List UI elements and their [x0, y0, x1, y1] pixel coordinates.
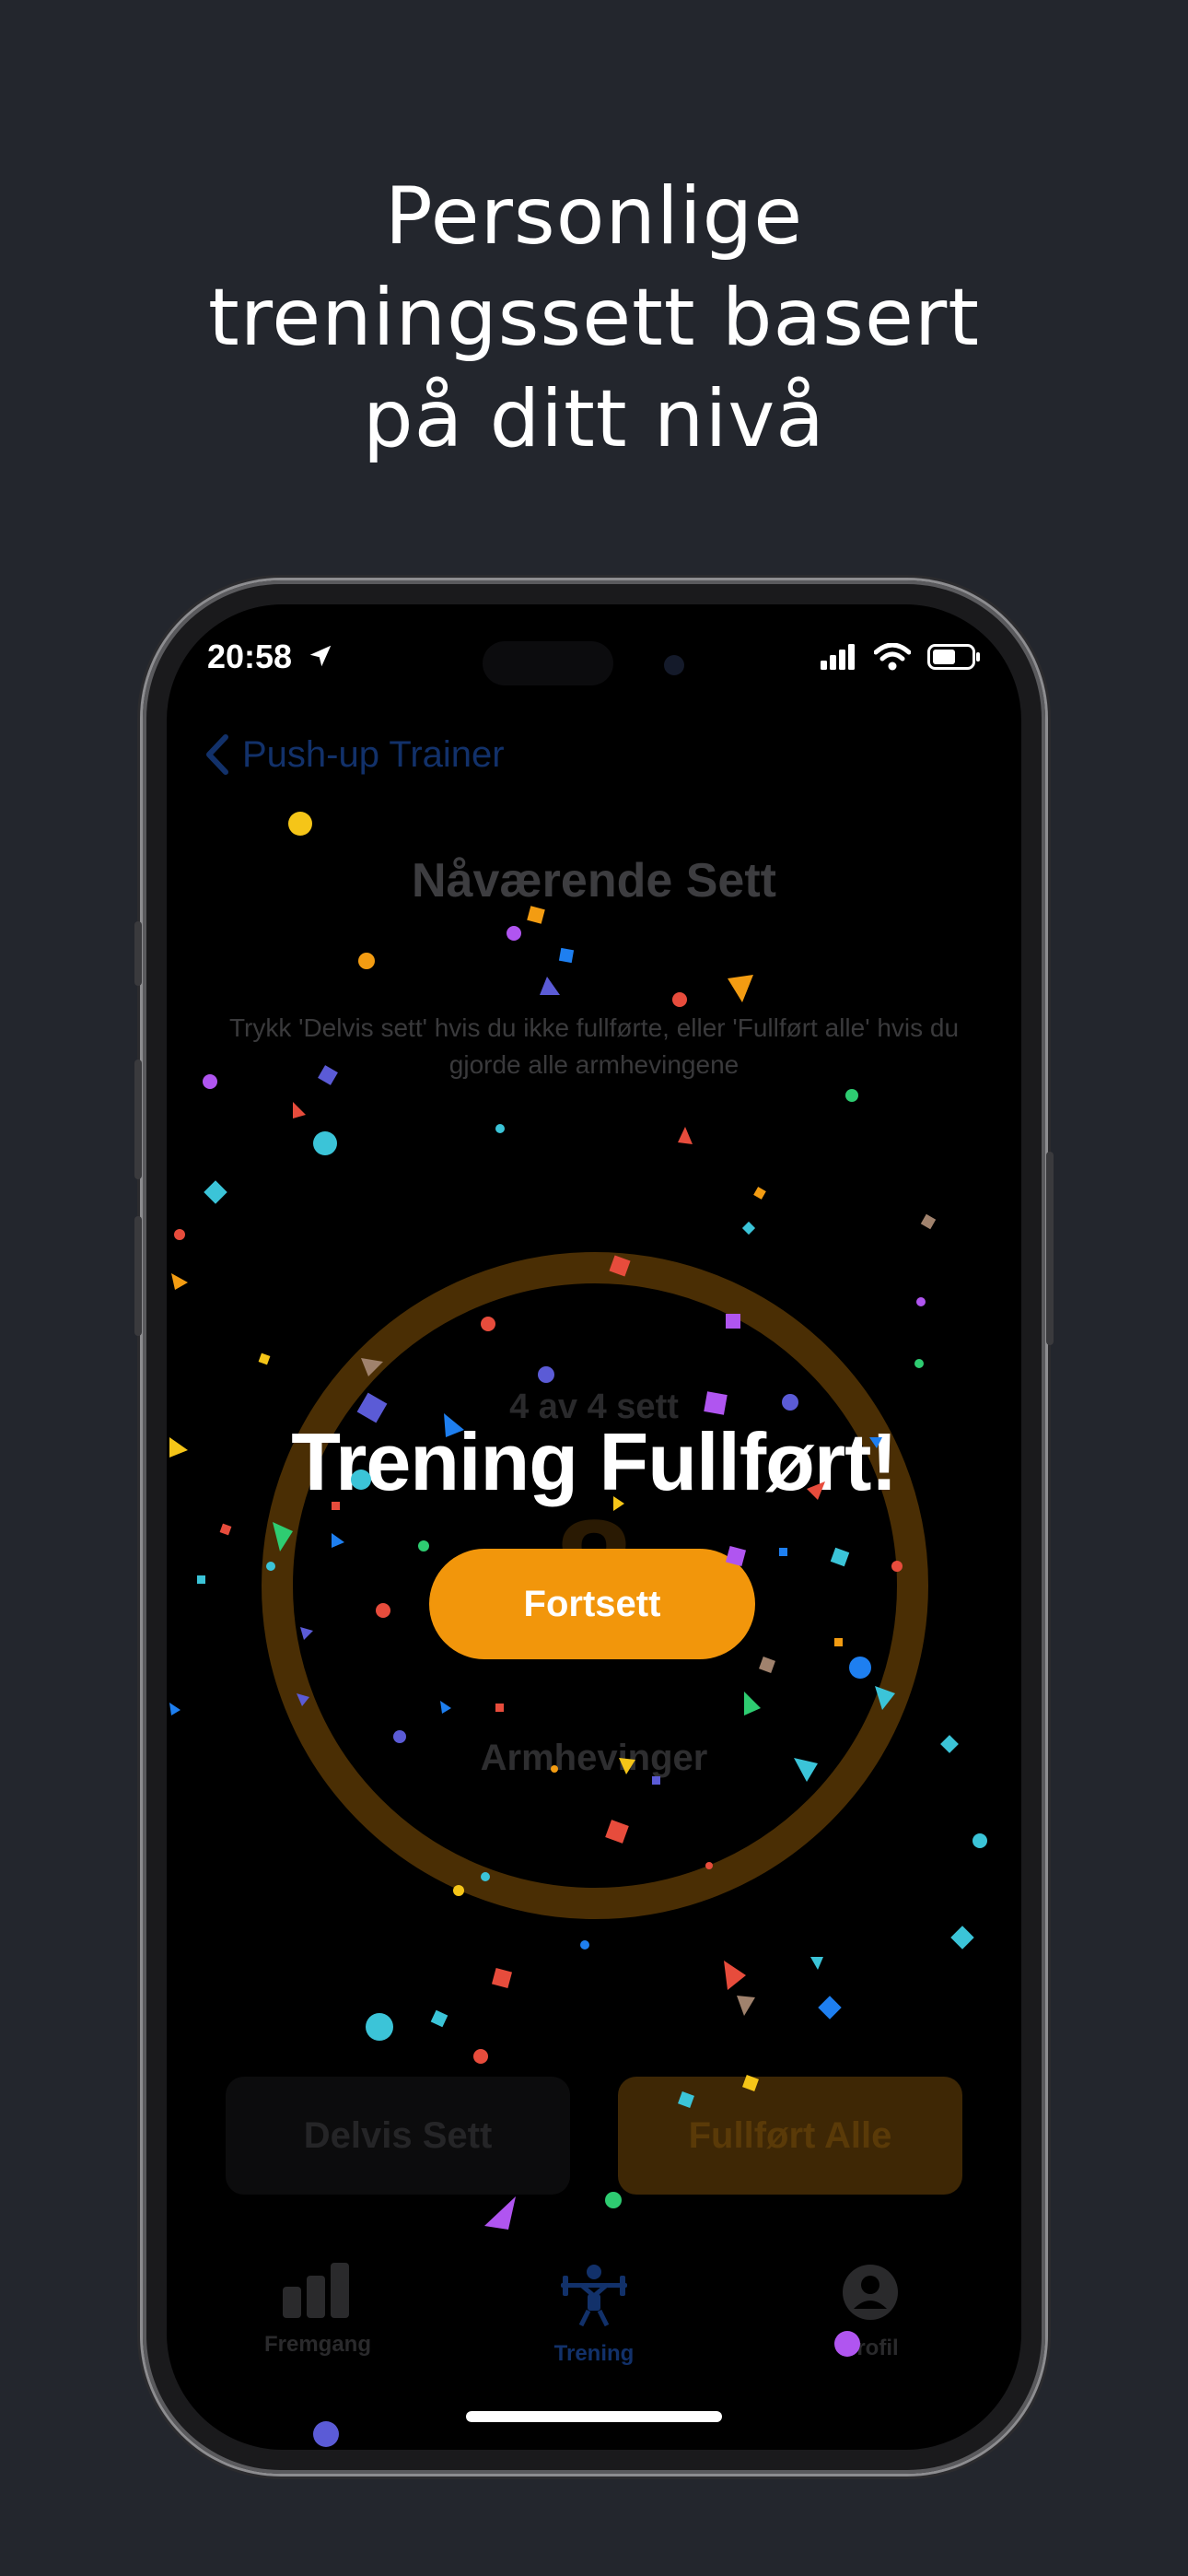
battery-icon — [927, 644, 980, 670]
page-title: Nåværende Sett — [412, 854, 776, 907]
headline-line-2: treningssett basert — [208, 272, 980, 364]
bar-chart-icon — [283, 2263, 349, 2318]
continue-button[interactable]: Fortsett — [429, 1549, 755, 1659]
power-button — [1046, 1152, 1054, 1345]
rep-label: Armhevinger — [480, 1738, 708, 1778]
instructions-text: Trykk 'Delvis sett' hvis du ikke fullfør… — [228, 1013, 960, 1079]
home-indicator — [466, 2411, 722, 2422]
dynamic-island — [483, 641, 613, 685]
chevron-left-icon — [206, 734, 228, 775]
tab-trening[interactable]: Trening — [502, 2263, 686, 2367]
camera-dot — [664, 655, 684, 675]
status-time: 20:58 — [207, 638, 334, 676]
headline-line-3: på ditt nivå — [363, 373, 825, 465]
location-arrow-icon — [309, 645, 332, 667]
wifi-icon — [874, 643, 911, 671]
tab-trening-label: Trening — [553, 2341, 635, 2366]
action-button — [134, 921, 142, 986]
weightlifter-icon — [561, 2265, 627, 2327]
volume-up-button — [134, 1060, 142, 1179]
phone-screen: 20:58 Push-up Trainer Nåværende Sett Try… — [167, 604, 1021, 2450]
volume-down-button — [134, 1216, 142, 1336]
back-button-label: Push-up Trainer — [242, 733, 505, 775]
person-icon — [843, 2265, 898, 2320]
tab-fremgang-label: Fremgang — [263, 2332, 371, 2357]
phone-frame: 20:58 Push-up Trainer Nåværende Sett Try… — [134, 580, 1054, 2474]
complete-all-button[interactable]: Fullført Alle — [618, 2077, 962, 2195]
tab-fremgang[interactable]: Fremgang — [226, 2263, 410, 2358]
status-time-text: 20:58 — [207, 638, 293, 675]
headline-line-1: Personlige — [384, 170, 804, 263]
back-button[interactable]: Push-up Trainer — [204, 733, 505, 776]
completion-title: Trening Fullført! — [291, 1416, 898, 1507]
tab-bar: Fremgang Trening Profil — [167, 2263, 1021, 2373]
tab-profil-label: Profil — [842, 2336, 899, 2360]
tab-profil[interactable]: Profil — [778, 2263, 962, 2361]
headline: Personlige treningssett basert på ditt n… — [0, 166, 1188, 470]
status-icons — [821, 643, 981, 671]
cellular-signal-icon — [821, 644, 855, 670]
partial-set-button[interactable]: Delvis Sett — [226, 2077, 570, 2195]
